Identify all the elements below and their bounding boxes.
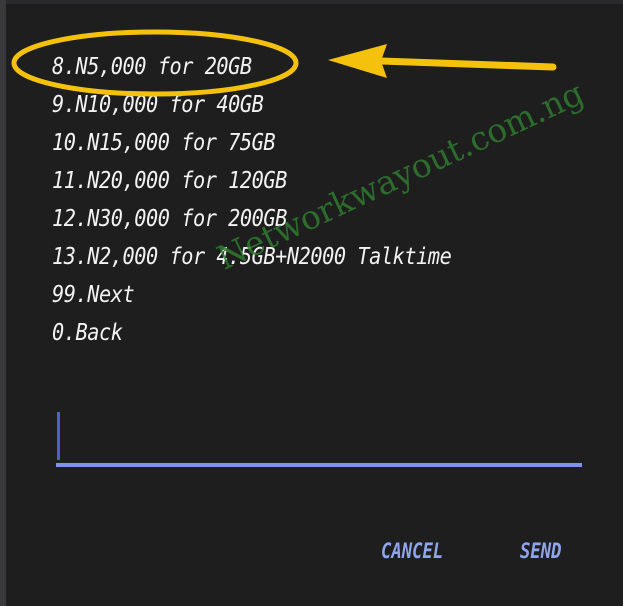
menu-item-8: 8.N5,000 for 20GB <box>52 54 252 80</box>
reply-input-wrapper[interactable] <box>56 409 588 469</box>
ussd-dialog: 8.N5,000 for 20GB 9.N10,000 for 40GB 10.… <box>6 4 623 606</box>
send-button[interactable]: SEND <box>520 534 561 568</box>
reply-input[interactable] <box>56 409 588 464</box>
menu-item-next: 99.Next <box>52 282 135 308</box>
menu-item-9: 9.N10,000 for 40GB <box>52 92 264 118</box>
menu-item-10: 10.N15,000 for 75GB <box>52 130 276 156</box>
input-underline <box>56 463 582 467</box>
ussd-menu-list: 8.N5,000 for 20GB 9.N10,000 for 40GB 10.… <box>52 48 506 352</box>
text-caret <box>57 412 60 460</box>
menu-item-back: 0.Back <box>52 320 123 346</box>
cancel-button[interactable]: CANCEL <box>381 534 443 568</box>
